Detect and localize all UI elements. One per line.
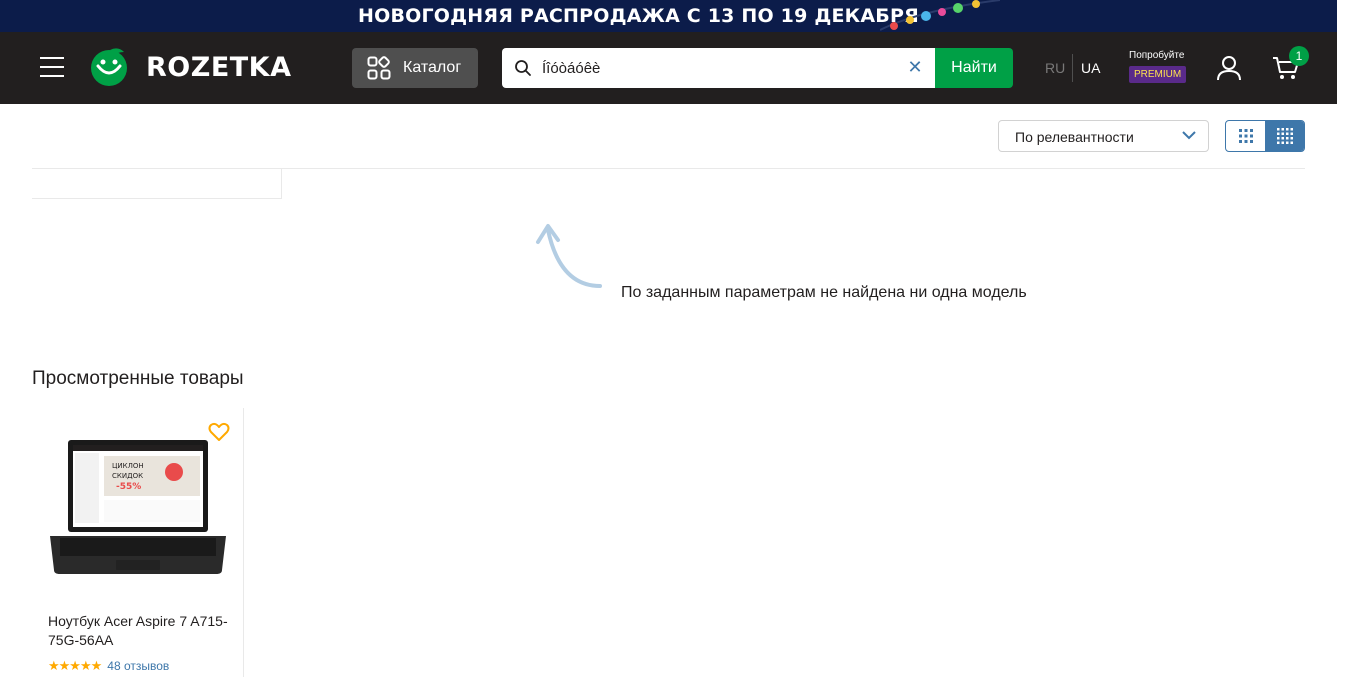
lang-ru-link[interactable]: RU — [1045, 60, 1065, 76]
small-tiles-view-button[interactable] — [1265, 121, 1304, 151]
empty-results-message: По заданным параметрам не найдена ни одн… — [621, 284, 1027, 301]
rating-stars-icon: ★★★★★ — [48, 658, 102, 673]
promo-banner-text: НОВОГОДНЯЯ РАСПРОДАЖА С 13 ПО 19 ДЕКАБРЯ — [358, 5, 919, 27]
product-title-link[interactable]: Ноутбук Acer Aspire 7 A715-75G-56AA — [48, 612, 228, 650]
search-bar: ✕ — [502, 48, 935, 88]
menu-burger-icon[interactable] — [40, 57, 64, 77]
screen-text-2: СКИДОК — [112, 472, 143, 480]
lang-ua-active[interactable]: UA — [1081, 60, 1100, 76]
catalog-button[interactable]: Каталог — [352, 48, 478, 88]
filters-sidebar — [32, 169, 282, 199]
product-rating: ★★★★★ 48 отзывов — [48, 658, 169, 674]
search-input[interactable] — [542, 48, 897, 88]
premium-badge[interactable]: PREMIUM — [1129, 66, 1187, 83]
product-card: ЦИКЛОН СКИДОК -55% Ноутбук Acer Aspire 7… — [32, 408, 244, 677]
sort-selected-value: По релевантности — [1015, 129, 1134, 145]
search-icon — [515, 60, 531, 76]
small-grid-icon — [1276, 128, 1293, 144]
premium-caption: Попробуйте — [1129, 50, 1185, 61]
large-tiles-view-button[interactable] — [1226, 121, 1265, 151]
chevron-down-icon — [1182, 131, 1196, 140]
clear-search-icon[interactable]: ✕ — [906, 57, 924, 77]
cart-count-badge: 1 — [1289, 46, 1309, 66]
logo-text: ROZETKA — [146, 51, 292, 83]
logo[interactable]: ROZETKA — [88, 46, 292, 88]
lang-divider — [1072, 54, 1073, 82]
premium-promo[interactable]: Попробуйте PREMIUM — [1129, 50, 1191, 83]
rozetka-smile-logo-icon — [91, 48, 127, 86]
product-image-laptop[interactable]: ЦИКЛОН СКИДОК -55% — [46, 438, 230, 580]
catalog-label: Каталог — [403, 59, 462, 76]
view-mode-toggle — [1225, 120, 1305, 152]
screen-text-3: -55% — [116, 482, 141, 492]
viewed-products-title: Просмотренные товары — [32, 368, 244, 389]
curved-arrow-icon — [536, 224, 602, 288]
promo-banner[interactable]: НОВОГОДНЯЯ РАСПРОДАЖА С 13 ПО 19 ДЕКАБРЯ — [0, 0, 1337, 32]
site-header: ROZETKA Каталог ✕ Найти RU UA Попробуйте… — [0, 32, 1337, 104]
screen-text-1: ЦИКЛОН — [112, 462, 144, 470]
garland-decoration-icon — [880, 0, 1000, 31]
sort-select[interactable]: По релевантности — [998, 120, 1209, 152]
catalog-grid-icon — [367, 56, 391, 80]
find-button[interactable]: Найти — [935, 48, 1013, 88]
large-grid-icon — [1238, 129, 1253, 143]
user-profile-icon[interactable] — [1215, 54, 1243, 82]
reviews-link[interactable]: 48 отзывов — [107, 659, 169, 673]
